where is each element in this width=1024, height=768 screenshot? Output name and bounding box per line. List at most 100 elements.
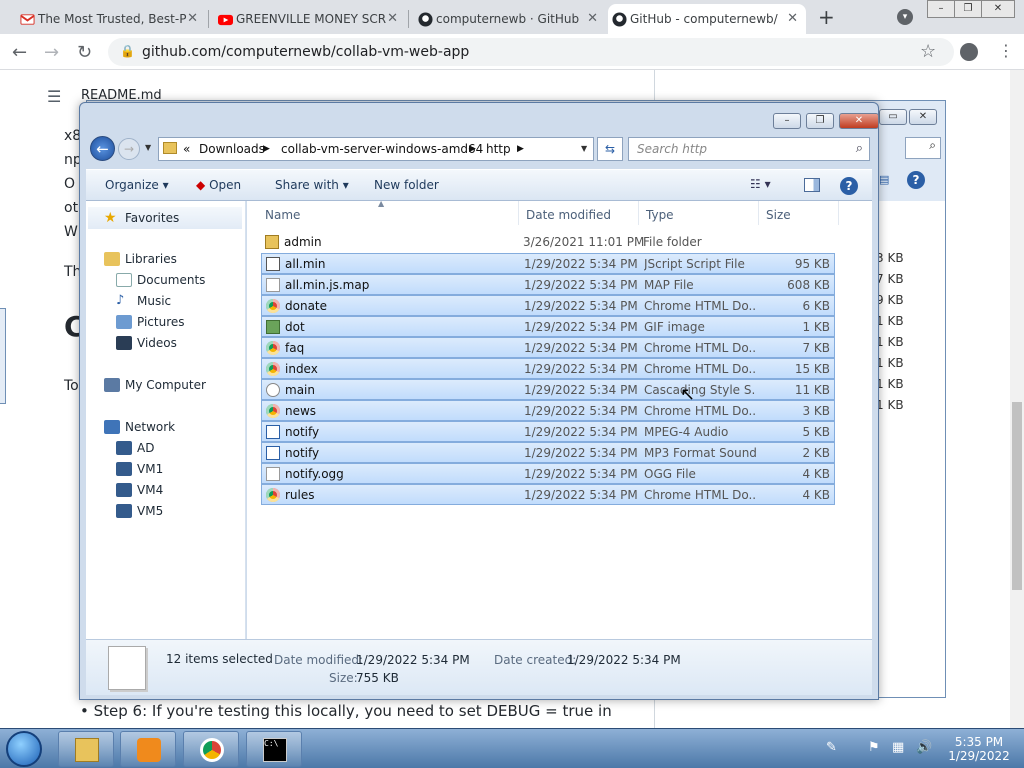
column-divider[interactable] <box>518 201 519 225</box>
search-icon[interactable]: ⌕ <box>856 141 863 156</box>
file-row[interactable]: main 1/29/2022 5:34 PM Cascading Style S..… <box>261 379 835 400</box>
address-bar[interactable]: « Downloads ▶ collab-vm-server-windows-a… <box>158 137 594 161</box>
chrome-icon <box>266 299 280 313</box>
file-row[interactable]: all.min.js.map 1/29/2022 5:34 PM MAP File 6… <box>261 274 835 295</box>
minimize-button[interactable]: ▭ <box>879 109 907 125</box>
close-window-button[interactable]: ✕ <box>981 0 1015 18</box>
file-row[interactable]: all.min 1/29/2022 5:34 PM JScript Script F… <box>261 253 835 274</box>
nav-pictures[interactable]: Pictures <box>116 315 185 329</box>
page-scrollbar[interactable] <box>1010 70 1024 728</box>
tab-github-active[interactable]: GitHub - computernewb/ ✕ <box>608 4 806 34</box>
close-tab-icon[interactable]: ✕ <box>587 11 598 26</box>
nav-ad[interactable]: AD <box>116 441 154 455</box>
column-type[interactable]: Type <box>646 208 674 222</box>
back-button[interactable]: ← <box>90 136 115 161</box>
file-row[interactable]: donate 1/29/2022 5:34 PM Chrome HTML Do...… <box>261 295 835 316</box>
network-tray-icon[interactable]: ▦ <box>892 740 904 755</box>
file-row[interactable]: dot 1/29/2022 5:34 PM GIF image 1 KB <box>261 316 835 337</box>
minimize-button[interactable]: – <box>773 113 801 129</box>
organize-button[interactable]: Organize ▾ <box>105 178 169 192</box>
close-tab-icon[interactable]: ✕ <box>187 11 198 26</box>
file-row[interactable]: notify 1/29/2022 5:34 PM MPEG-4 Audio 5 KB <box>261 421 835 442</box>
file-row[interactable]: admin 3/26/2021 11:01 PM File folder <box>261 232 835 253</box>
cmd-taskbar-button[interactable]: C:\ <box>246 731 302 767</box>
file-row[interactable]: faq 1/29/2022 5:34 PM Chrome HTML Do... 7 K… <box>261 337 835 358</box>
column-divider[interactable] <box>758 201 759 225</box>
nav-vm4[interactable]: VM4 <box>116 483 163 497</box>
column-size[interactable]: Size <box>766 208 791 222</box>
nav-my-computer[interactable]: My Computer <box>104 378 206 392</box>
breadcrumb-collab[interactable]: collab-vm-server-windows-amd64 <box>281 142 483 156</box>
address-dropdown-icon[interactable]: ▼ <box>581 144 587 153</box>
close-button[interactable]: ✕ <box>909 109 937 125</box>
nav-vm5[interactable]: VM5 <box>116 504 163 518</box>
nav-vm1[interactable]: VM1 <box>116 462 163 476</box>
tab-search-icon[interactable]: ▾ <box>897 9 913 25</box>
page-scrollbar-thumb[interactable] <box>1012 402 1022 590</box>
tab-computernewb[interactable]: computernewb · GitHub ✕ <box>414 4 606 34</box>
minimize-button[interactable]: – <box>927 0 955 18</box>
breadcrumb-overflow[interactable]: « <box>183 142 190 156</box>
new-tab-button[interactable]: + <box>818 5 835 29</box>
column-date[interactable]: Date modified <box>526 208 611 222</box>
close-tab-icon[interactable]: ✕ <box>787 11 798 26</box>
address-bar[interactable]: 🔒 github.com/computernewb/collab-vm-web-… <box>108 38 954 66</box>
clock[interactable]: 5:35 PM 1/29/2022 <box>940 735 1018 763</box>
nav-music[interactable]: ♪ Music <box>116 294 171 309</box>
start-button[interactable] <box>6 731 42 767</box>
nav-network[interactable]: Network <box>104 420 175 434</box>
network-icon <box>104 420 120 434</box>
sort-arrow-icon: ▲ <box>378 199 385 208</box>
search-icon[interactable]: ⌕ <box>905 137 941 159</box>
breadcrumb-http[interactable]: http <box>486 142 511 156</box>
search-box[interactable]: Search http ⌕ <box>628 137 870 161</box>
file-size: 1 KB <box>802 320 830 334</box>
profile-avatar[interactable] <box>960 43 978 61</box>
list-icon[interactable]: ☰ <box>47 87 61 106</box>
file-row[interactable]: news 1/29/2022 5:34 PM Chrome HTML Do... 3 … <box>261 400 835 421</box>
breadcrumb-arrow-icon[interactable]: ▶ <box>469 144 476 154</box>
explorer-taskbar-button[interactable] <box>58 731 114 767</box>
recent-pages-dropdown[interactable]: ▼ <box>145 143 151 152</box>
refresh-button[interactable]: ⇆ <box>597 137 623 161</box>
file-row[interactable]: index 1/29/2022 5:34 PM Chrome HTML Do... 1… <box>261 358 835 379</box>
volume-icon[interactable]: 🔊 <box>916 740 932 755</box>
nav-favorites[interactable]: ★ Favorites <box>88 207 242 229</box>
action-center-icon[interactable]: ⚑ <box>868 740 880 755</box>
help-icon[interactable]: ? <box>907 171 925 189</box>
media-player-taskbar-button[interactable] <box>120 731 176 767</box>
column-name[interactable]: Name <box>265 208 300 222</box>
preview-pane-icon[interactable] <box>804 178 820 192</box>
breadcrumb-arrow-icon[interactable]: ▶ <box>517 144 524 154</box>
close-tab-icon[interactable]: ✕ <box>387 11 398 26</box>
pane-icon[interactable]: ▤ <box>879 173 889 186</box>
reload-icon[interactable]: ↻ <box>77 42 92 63</box>
share-with-button[interactable]: Share with ▾ <box>275 178 349 192</box>
breadcrumb-downloads[interactable]: Downloads <box>199 142 265 156</box>
file-row[interactable]: rules 1/29/2022 5:34 PM Chrome HTML Do... 4… <box>261 484 835 505</box>
new-folder-button[interactable]: New folder <box>374 178 439 192</box>
nav-videos[interactable]: Videos <box>116 336 177 350</box>
file-row[interactable]: notify.ogg 1/29/2022 5:34 PM OGG File 4 KB <box>261 463 835 484</box>
open-button[interactable]: ◆ Open <box>196 178 241 192</box>
close-button[interactable]: ✕ <box>839 113 879 129</box>
column-divider[interactable] <box>638 201 639 225</box>
file-row[interactable]: notify 1/29/2022 5:34 PM MP3 Format Sound 2… <box>261 442 835 463</box>
nav-documents[interactable]: Documents <box>116 273 205 287</box>
maximize-button[interactable]: ❐ <box>954 0 982 18</box>
forward-arrow-icon[interactable]: → <box>44 42 59 63</box>
help-icon[interactable]: ? <box>840 177 858 195</box>
nav-libraries[interactable]: Libraries <box>104 252 177 266</box>
kebab-menu-icon[interactable]: ⋮ <box>998 41 1014 60</box>
tab-trusted[interactable]: The Most Trusted, Best-P ✕ <box>16 4 206 34</box>
change-view-icon[interactable]: ☷ ▾ <box>750 177 771 191</box>
pen-tablet-icon[interactable]: ✎ <box>826 740 837 755</box>
maximize-button[interactable]: ❐ <box>806 113 834 129</box>
back-arrow-icon[interactable]: ← <box>12 42 27 63</box>
forward-button[interactable]: → <box>118 138 140 160</box>
tab-greenville[interactable]: GREENVILLE MONEY SCR ✕ <box>214 4 406 34</box>
column-divider[interactable] <box>838 201 839 225</box>
chrome-taskbar-button[interactable] <box>183 731 239 767</box>
breadcrumb-arrow-icon[interactable]: ▶ <box>263 144 270 154</box>
bookmark-star-icon[interactable]: ☆ <box>920 41 936 62</box>
